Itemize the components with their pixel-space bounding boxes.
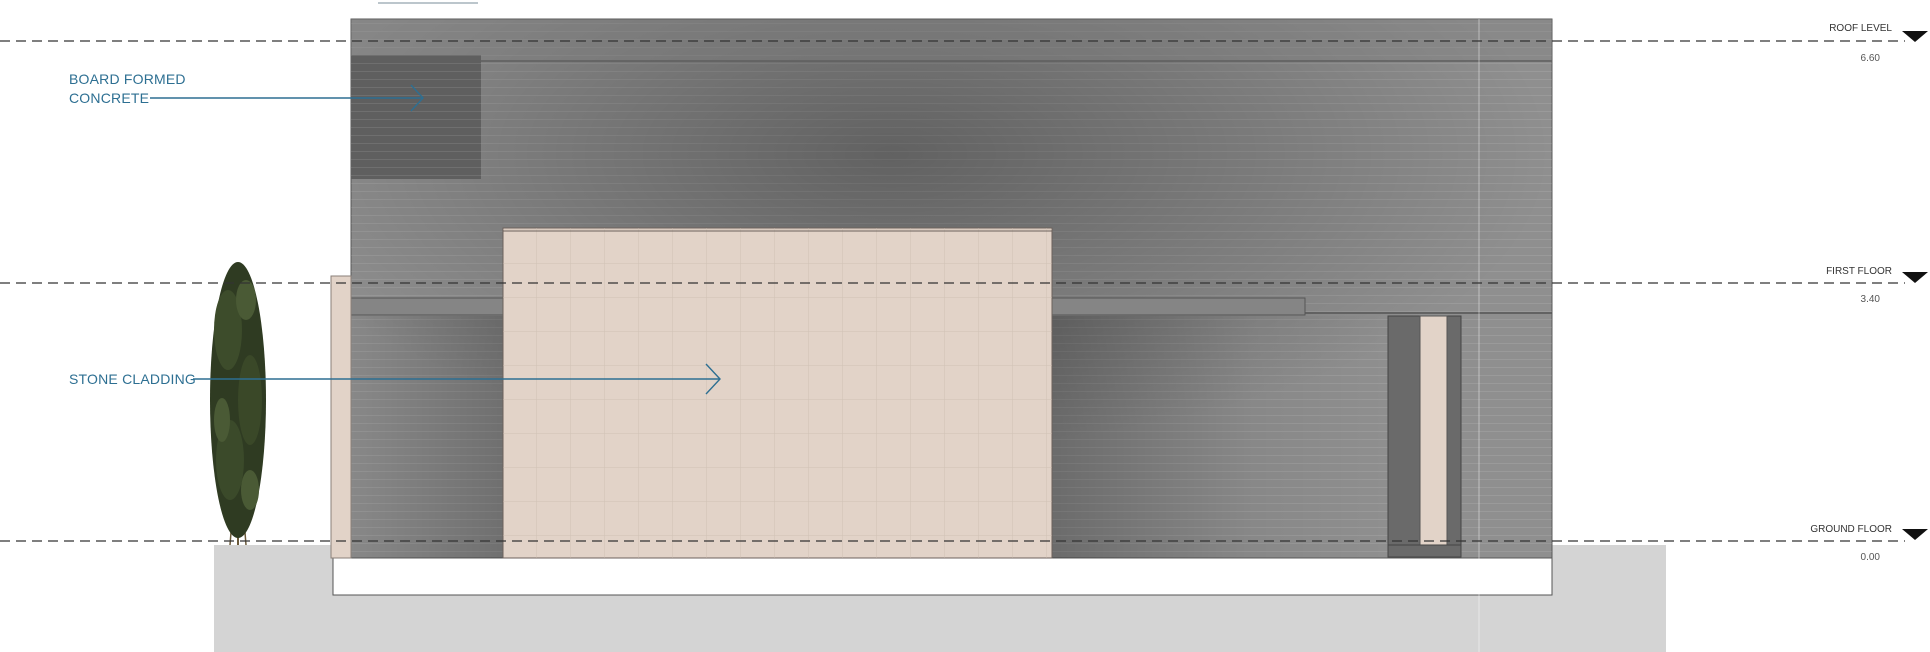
annotation-stone-cladding: STONE CLADDING — [69, 371, 196, 387]
annotation-board-formed-concrete: CONCRETE — [69, 90, 149, 106]
level-marker-icon — [1902, 31, 1928, 42]
plinth — [332, 556, 1553, 596]
recess-lower-right — [1052, 316, 1388, 558]
level-name: GROUND FLOOR — [1810, 524, 1892, 535]
level-marker-icon — [1902, 272, 1928, 283]
level-value: 0.00 — [1861, 552, 1881, 563]
door-glazing — [1419, 315, 1448, 546]
level-marker-icon — [1902, 529, 1928, 540]
level-value: 6.60 — [1861, 53, 1881, 64]
level-value: 3.40 — [1861, 294, 1881, 305]
elevation-drawing: ROOF LEVEL 6.60 FIRST FLOOR 3.40 GROUND … — [0, 2, 1928, 652]
annotation-board-formed-concrete: BOARD FORMED — [69, 71, 186, 87]
recess-lower-left — [351, 316, 503, 558]
stone-wall-side — [330, 275, 352, 559]
level-name: ROOF LEVEL — [1829, 23, 1892, 34]
level-name: FIRST FLOOR — [1826, 266, 1892, 277]
tree-icon — [210, 262, 266, 546]
